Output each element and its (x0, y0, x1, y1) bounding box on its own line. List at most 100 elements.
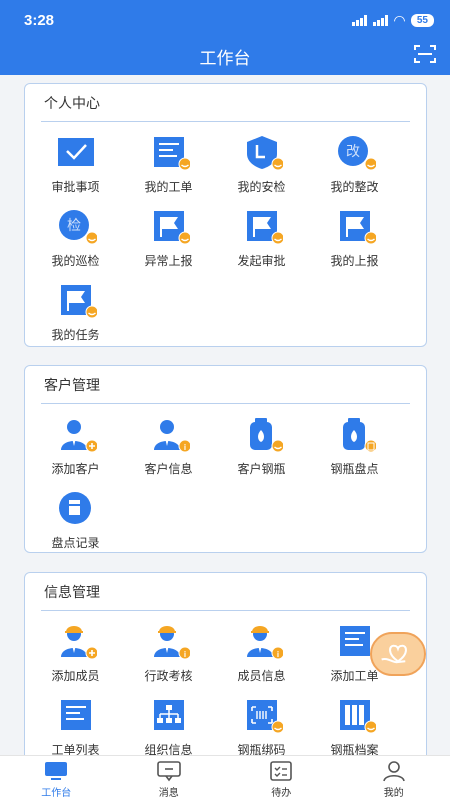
menu-item[interactable]: 发起审批 (215, 196, 308, 270)
section-title: 信息管理 (41, 573, 410, 611)
svg-text:检: 检 (67, 218, 81, 234)
menu-item[interactable]: 我的上报 (308, 196, 401, 270)
menu-item[interactable]: 盘点记录 (29, 478, 122, 552)
menu-item-label: 添加成员 (51, 669, 100, 683)
svg-text:改: 改 (346, 144, 360, 160)
tab-label: 我的 (383, 788, 404, 799)
flag-icon (148, 208, 190, 246)
document-list-icon (148, 134, 190, 172)
menu-item[interactable]: i 客户信息 (122, 404, 215, 478)
menu-item[interactable]: 我的工单 (122, 122, 215, 196)
menu-item-label: 钢瓶档案 (330, 743, 379, 755)
member-info-icon: i (241, 623, 283, 661)
tab-messages[interactable]: 消息 (113, 756, 226, 800)
menu-item-label: 成员信息 (237, 669, 286, 683)
menu-item[interactable]: i 行政考核 (122, 611, 215, 685)
gas-cylinder-icon (241, 416, 283, 454)
menu-item-label: 我的整改 (330, 180, 379, 194)
menu-item[interactable]: 我的安检 (215, 122, 308, 196)
svg-text:i: i (183, 650, 185, 659)
menu-item[interactable]: 异常上报 (122, 196, 215, 270)
menu-item-label: 我的任务 (51, 328, 100, 342)
rectify-icon: 改 (334, 134, 376, 172)
inventory-record-icon (55, 490, 97, 528)
add-member-icon (55, 623, 97, 661)
menu-item-label: 发起审批 (237, 254, 286, 268)
menu-item-label: 盘点记录 (51, 536, 100, 550)
section-info-management: 信息管理 添加成员 i 行政考核 i 成员信息 添加工单 工单列表 组织信息 钢瓶绑码 钢瓶档案 (24, 572, 427, 755)
menu-item[interactable]: 钢瓶盘点 (308, 404, 401, 478)
floating-service-button[interactable] (370, 632, 426, 676)
org-chart-icon (148, 697, 190, 735)
menu-item[interactable]: 组织信息 (122, 685, 215, 755)
menu-item[interactable]: 钢瓶档案 (308, 685, 401, 755)
tab-todo[interactable]: 待办 (225, 756, 338, 800)
shield-icon (241, 134, 283, 172)
cylinder-archive-icon (334, 697, 376, 735)
tab-workbench[interactable]: 工作台 (0, 756, 113, 800)
menu-item-label: 我的安检 (237, 180, 286, 194)
menu-item[interactable]: 添加客户 (29, 404, 122, 478)
section-customer-management: 客户管理 添加客户 i 客户信息 客户钢瓶 钢瓶盘点盘点记录 (24, 365, 427, 553)
cylinder-bind-code-icon (241, 697, 283, 735)
flag-icon (334, 208, 376, 246)
menu-item-label: 我的工单 (144, 180, 193, 194)
work-order-list-icon (55, 697, 97, 735)
menu-item[interactable]: 改我的整改 (308, 122, 401, 196)
section-personal-center: 个人中心 审批事项 我的工单 我的安检改我的整改检我的巡检 异常上报 发起审批 我的上报我… (24, 83, 427, 347)
tab-label: 工作台 (41, 788, 72, 799)
cylinder-inventory-icon (334, 416, 376, 454)
menu-item[interactable]: 钢瓶绑码 (215, 685, 308, 755)
customer-info-icon: i (148, 416, 190, 454)
inspect-icon: 检 (55, 208, 97, 246)
assessment-icon: i (148, 623, 190, 661)
status-time: 3:28 (24, 11, 55, 29)
svg-text:i: i (183, 443, 185, 452)
add-customer-icon (55, 416, 97, 454)
scan-icon[interactable] (414, 44, 436, 64)
section-grid: 添加客户 i 客户信息 客户钢瓶 钢瓶盘点盘点记录 (25, 404, 426, 552)
menu-item[interactable]: 客户钢瓶 (215, 404, 308, 478)
monitor-icon (45, 762, 68, 780)
menu-item[interactable]: i 成员信息 (215, 611, 308, 685)
flag-icon (241, 208, 283, 246)
menu-item-label: 工单列表 (51, 743, 100, 755)
user-icon (382, 761, 405, 782)
menu-item-label: 审批事项 (51, 180, 100, 194)
tab-label: 消息 (158, 788, 179, 799)
menu-item-label: 异常上报 (144, 254, 193, 268)
menu-item-label: 客户钢瓶 (237, 462, 286, 476)
menu-item-label: 组织信息 (144, 743, 193, 755)
menu-item[interactable]: 我的任务 (29, 270, 122, 344)
flag-icon (55, 282, 97, 320)
menu-item[interactable]: 审批事项 (29, 122, 122, 196)
section-grid: 添加成员 i 行政考核 i 成员信息 添加工单 工单列表 组织信息 钢瓶绑码 钢瓶档案 (25, 611, 426, 755)
menu-item[interactable]: 工单列表 (29, 685, 122, 755)
section-grid: 审批事项 我的工单 我的安检改我的整改检我的巡检 异常上报 发起审批 我的上报 我的任务 (25, 122, 426, 344)
bottom-tab-bar: 工作台 消息 待办 我的 (0, 755, 450, 800)
signal-icon-2 (373, 14, 389, 26)
page-title: 工作台 (199, 49, 251, 68)
tab-mine[interactable]: 我的 (338, 756, 450, 800)
signal-icon (352, 14, 368, 26)
menu-item-label: 客户信息 (144, 462, 193, 476)
todo-icon (270, 761, 293, 781)
status-bar: 3:28 ◠ 55 (24, 10, 434, 30)
menu-item-label: 钢瓶盘点 (330, 462, 379, 476)
tab-label: 待办 (271, 788, 292, 799)
section-title: 个人中心 (41, 84, 410, 122)
section-title: 客户管理 (41, 366, 410, 404)
svg-text:i: i (276, 650, 278, 659)
menu-item-label: 钢瓶绑码 (237, 743, 286, 755)
menu-item-label: 我的巡检 (51, 254, 100, 268)
app-header: 3:28 ◠ 55 工作台 (0, 0, 450, 75)
message-icon (156, 761, 181, 782)
battery-indicator: 55 (410, 13, 434, 27)
menu-item-label: 我的上报 (330, 254, 379, 268)
check-monitor-icon (55, 134, 97, 172)
menu-item[interactable]: 检我的巡检 (29, 196, 122, 270)
wifi-icon: ◠ (394, 11, 405, 28)
menu-item[interactable]: 添加成员 (29, 611, 122, 685)
heart-hand-icon (381, 644, 407, 664)
menu-item-label: 添加客户 (51, 462, 100, 476)
